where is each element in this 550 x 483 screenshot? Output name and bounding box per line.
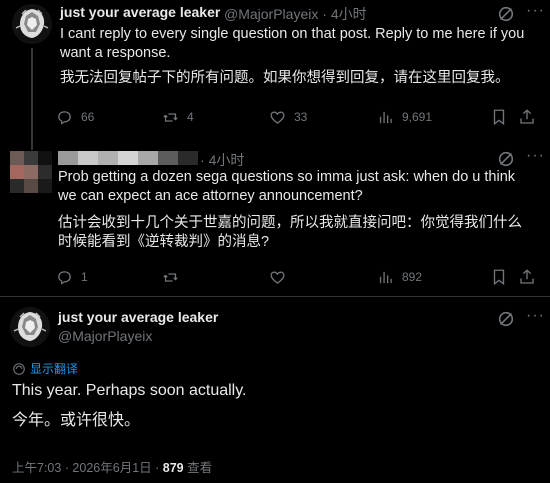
name-redacted[interactable]: [58, 151, 198, 165]
reply-icon: [58, 110, 71, 125]
tweet-3-focused: just your average leaker @MajorPlayeix ·…: [0, 297, 550, 483]
reply-button[interactable]: 1: [56, 267, 88, 287]
reply-count: 66: [81, 110, 95, 124]
views-button[interactable]: 9,691: [377, 107, 432, 127]
more-icon[interactable]: ···: [526, 3, 544, 24]
views-count: 9,691: [402, 110, 433, 124]
reply-button[interactable]: 66: [56, 107, 94, 127]
author-name[interactable]: just your average leaker: [58, 309, 218, 325]
heart-icon: [270, 111, 285, 124]
heart-icon: [270, 271, 285, 284]
avatar-image: [12, 4, 52, 44]
action-bar: 66 4 33 9,691: [56, 107, 536, 127]
share-icon[interactable]: [518, 108, 536, 126]
tweet-text-en: This year. Perhaps soon actually.: [12, 382, 247, 399]
timestamp[interactable]: 上午7:03 · 2026年6月1日 ·: [12, 461, 163, 475]
tweet-text-cn: 我无法回复帖子下的所有问题。如果你想得到回复，请在这里回复我。: [60, 70, 510, 86]
tweet-1[interactable]: just your average leaker @MajorPlayeix ·…: [0, 0, 550, 146]
more-icon[interactable]: ···: [526, 308, 544, 329]
like-button[interactable]: [269, 267, 294, 287]
reply-count: 1: [81, 270, 88, 284]
thread-line: [31, 48, 33, 146]
more-icon[interactable]: ···: [526, 148, 544, 169]
translate-label: 显示翻译: [30, 362, 79, 376]
tweet-time[interactable]: · 4小时: [200, 150, 244, 170]
share-icon[interactable]: [518, 268, 536, 286]
avatar[interactable]: [10, 307, 50, 347]
action-bar: 1 892: [56, 267, 536, 287]
views-icon: [379, 271, 392, 283]
avatar-image: [10, 307, 50, 347]
tweet-text-en: I cant reply to every single question on…: [60, 26, 525, 61]
grok-icon[interactable]: [497, 150, 515, 168]
views-label: 查看: [183, 461, 213, 475]
grok-icon[interactable]: [497, 5, 515, 23]
handle-text: @MajorPlayeix: [224, 6, 319, 22]
repost-icon: [163, 112, 178, 122]
author-name[interactable]: just your average leaker: [60, 4, 220, 20]
views-count: 892: [402, 270, 423, 284]
tweet-meta: 上午7:03 · 2026年6月1日 · 879 查看: [12, 457, 212, 476]
bookmark-icon[interactable]: [490, 108, 508, 126]
repost-button[interactable]: [162, 267, 187, 287]
thread-line-top: [31, 145, 33, 150]
repost-button[interactable]: 4: [162, 107, 194, 127]
views-icon: [379, 111, 392, 123]
translate-icon: [13, 362, 25, 375]
views-count: 879: [162, 461, 184, 475]
avatar-redacted[interactable]: [10, 151, 52, 193]
tweet-time[interactable]: 4小时: [331, 6, 367, 22]
tweet-text-cn: 估计会收到十几个关于世嘉的问题，所以我就直接问吧：你觉得我们什么时候能看到《逆转…: [58, 215, 522, 250]
grok-icon[interactable]: [497, 310, 515, 328]
repost-count: 4: [187, 110, 194, 124]
repost-icon: [163, 272, 178, 282]
like-button[interactable]: 33: [269, 107, 307, 127]
bookmark-icon[interactable]: [490, 268, 508, 286]
tweet-text-en: Prob getting a dozen sega questions so i…: [58, 169, 516, 204]
author-handle[interactable]: @MajorPlayeix · 4小时: [224, 4, 367, 24]
views-button[interactable]: 892: [377, 267, 422, 287]
tweet-text-cn: 今年。或许很快。: [12, 412, 141, 429]
avatar[interactable]: [12, 4, 52, 44]
like-count: 33: [294, 110, 308, 124]
author-handle[interactable]: @MajorPlayeix: [58, 328, 152, 344]
reply-icon: [58, 270, 71, 285]
tweet-2[interactable]: · 4小时 ··· Prob getting a dozen sega ques…: [0, 145, 550, 295]
show-translation-link[interactable]: 显示翻译: [12, 360, 78, 377]
tweet-time-text: 4小时: [208, 152, 245, 168]
